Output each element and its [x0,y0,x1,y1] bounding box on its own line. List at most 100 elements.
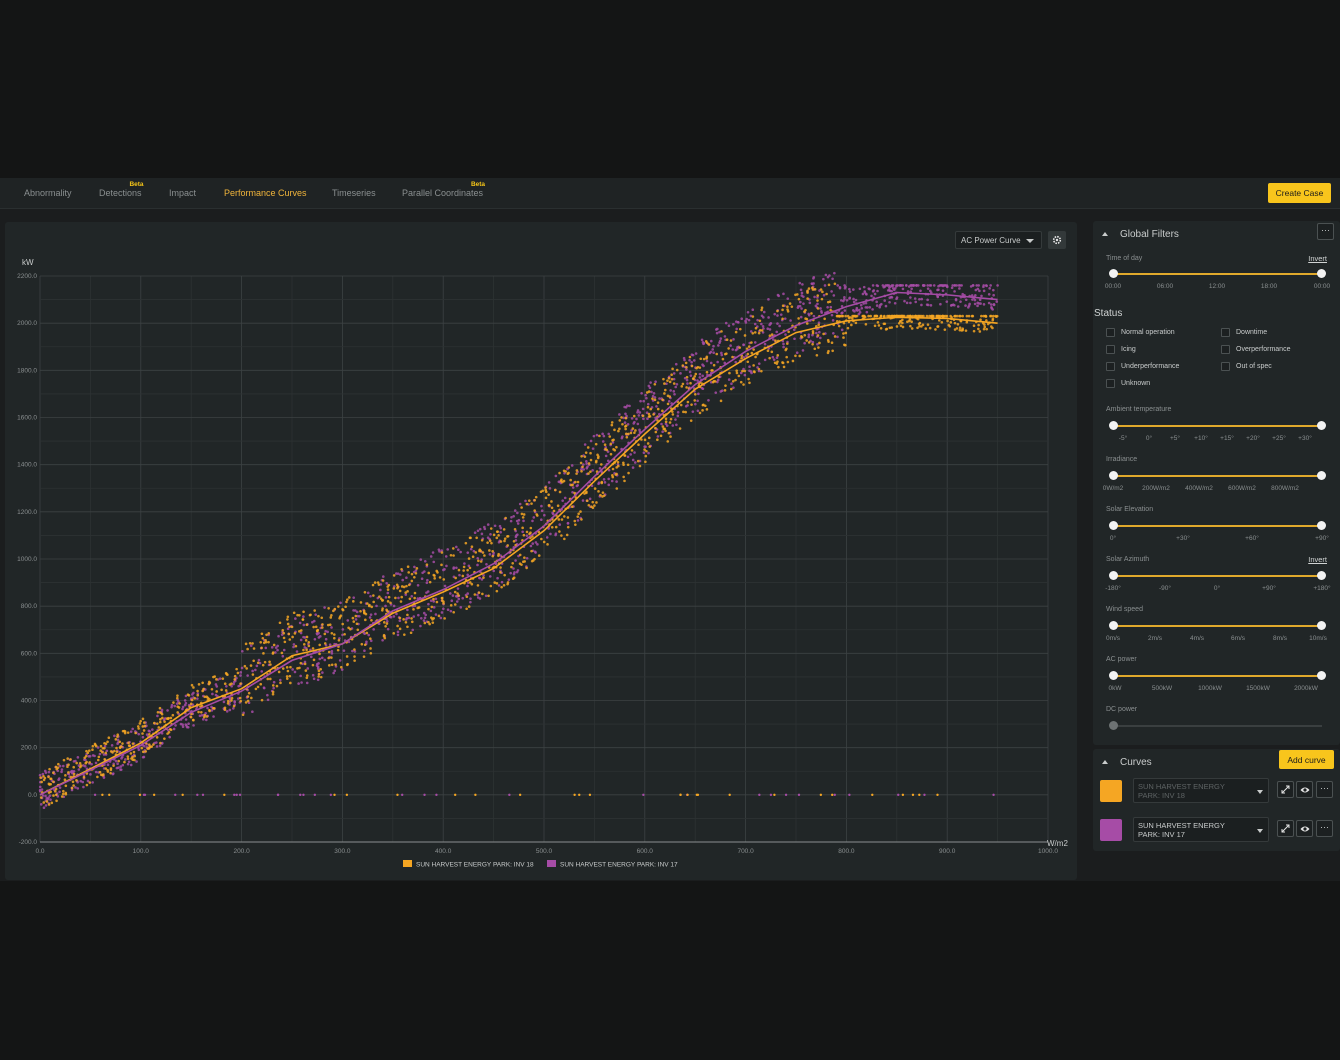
scatter-point [782,365,786,369]
toggle-visibility-button[interactable] [1296,781,1313,798]
status-out-of-spec-checkbox[interactable]: Out of spec [1221,362,1272,371]
slider-handle-min[interactable] [1109,571,1118,580]
status-overperformance-checkbox[interactable]: Overperformance [1221,345,1290,354]
slider-handle-max[interactable] [1317,671,1326,680]
status-normal-operation-checkbox[interactable]: Normal operation [1106,328,1175,337]
slider-handle-max[interactable] [1317,471,1326,480]
scatter-point [991,317,995,321]
time-of-day-invert-link[interactable]: Invert [1308,254,1327,263]
scatter-point [453,590,457,594]
tab-timeseries[interactable]: Timeseries [332,188,376,198]
status-underperformance-checkbox[interactable]: Underperformance [1106,362,1179,371]
scatter-point [62,758,66,762]
scatter-point [303,662,307,666]
status-icing-checkbox[interactable]: Icing [1106,345,1136,354]
expand-curve-button[interactable] [1277,820,1294,837]
time-of-day-slider[interactable] [1109,269,1326,278]
scatter-point [753,341,757,344]
status-downtime-checkbox[interactable]: Downtime [1221,328,1267,337]
filters-menu-button[interactable]: ··· [1317,223,1334,240]
slider-handle-min[interactable] [1109,421,1118,430]
scatter-point [732,322,735,326]
x-axis-label: W/m2 [1047,839,1068,848]
scatter-point [776,322,779,325]
toggle-visibility-button[interactable] [1296,820,1313,837]
slider-handle-max[interactable] [1317,621,1326,630]
scatter-point [832,331,835,335]
scatter-point [440,551,444,554]
scatter-point [270,646,274,649]
solar-azimuth-slider[interactable] [1109,571,1326,580]
scatter-point [682,410,685,414]
scatter-point [366,591,370,595]
solar-elevation-slider[interactable] [1109,521,1326,530]
slider-handle-max[interactable] [1317,571,1326,580]
scatter-point [964,329,968,332]
curve-menu-button[interactable]: ··· [1316,820,1333,837]
scatter-point [141,755,145,759]
scatter-point [575,469,579,472]
curve-source-select[interactable]: SUN HARVEST ENERGY PARK: INV 18 [1133,778,1269,803]
slider-handle-max[interactable] [1317,421,1326,430]
tab-abnormality[interactable]: Abnormality [24,188,72,198]
scatter-point [159,741,162,745]
scatter-point [664,417,668,421]
slider-handle-min[interactable] [1109,621,1118,630]
chart-panel: AC Power Curve 0.0 100.0 200.0 300.0 400.0 50… [5,222,1077,880]
tab-detections[interactable]: Detections Beta [99,181,144,198]
tab-performance-curves[interactable]: Performance Curves [224,188,307,198]
curve-menu-button[interactable]: ··· [1316,781,1333,798]
scatter-point [738,327,742,331]
scatter-point [475,536,478,540]
expand-curve-button[interactable] [1277,781,1294,798]
dc-power-slider[interactable] [1109,721,1322,730]
scatter-point [976,301,979,305]
wind-speed-slider[interactable] [1109,621,1326,630]
slider-handle-max[interactable] [1317,521,1326,530]
curve-color-swatch[interactable] [1100,819,1122,841]
slider-handle-min[interactable] [1109,471,1118,480]
curve-color-swatch[interactable] [1100,780,1122,802]
scatter-point [183,699,187,702]
collapse-up-icon[interactable] [1102,232,1108,236]
curve-source-select[interactable]: SUN HARVEST ENERGY PARK: INV 17 [1133,817,1269,842]
scatter-point [307,644,311,648]
scatter-point [674,362,678,366]
slider-handle-min[interactable] [1109,721,1118,730]
slider-handle-min[interactable] [1109,521,1118,530]
scatter-point [598,434,601,438]
scatter-point [995,300,999,303]
tab-parallel-coordinates[interactable]: Parallel Coordinates Beta [402,181,485,198]
scatter-point [627,432,630,436]
scatter-point [926,323,930,326]
slider-handle-min[interactable] [1109,671,1118,680]
scatter-point [587,503,591,507]
scatter-point [365,631,369,635]
scatter-point [339,601,342,605]
slider-handle-max[interactable] [1317,269,1326,278]
scatter-point [185,724,188,727]
ac-power-slider[interactable] [1109,671,1326,680]
solar-elevation-ticks: 0° +30° +60° +90° [1109,535,1329,542]
scatter-point [964,298,968,302]
performance-scatter-chart[interactable]: 0.0 100.0 200.0 300.0 400.0 500.0 600.0 700.0 80… [5,222,1077,880]
scatter-point [432,573,436,577]
ambient-temperature-slider[interactable] [1109,421,1326,430]
scatter-point [762,310,766,314]
create-case-button[interactable]: Create Case [1268,183,1331,203]
scatter-point [247,691,251,695]
solar-azimuth-invert-link[interactable]: Invert [1308,555,1327,564]
add-curve-button[interactable]: Add curve [1279,750,1334,769]
tab-impact[interactable]: Impact [169,188,196,198]
irradiance-slider[interactable] [1109,471,1326,480]
scatter-point [352,596,356,599]
scatter-point [223,793,226,797]
scatter-point [876,284,880,288]
slider-handle-min[interactable] [1109,269,1118,278]
scatter-point [712,351,715,355]
collapse-up-icon[interactable] [1102,760,1108,764]
status-unknown-checkbox[interactable]: Unknown [1106,379,1150,388]
scatter-point [992,303,996,307]
scatter-point [485,562,488,566]
scatter-point [478,527,482,531]
